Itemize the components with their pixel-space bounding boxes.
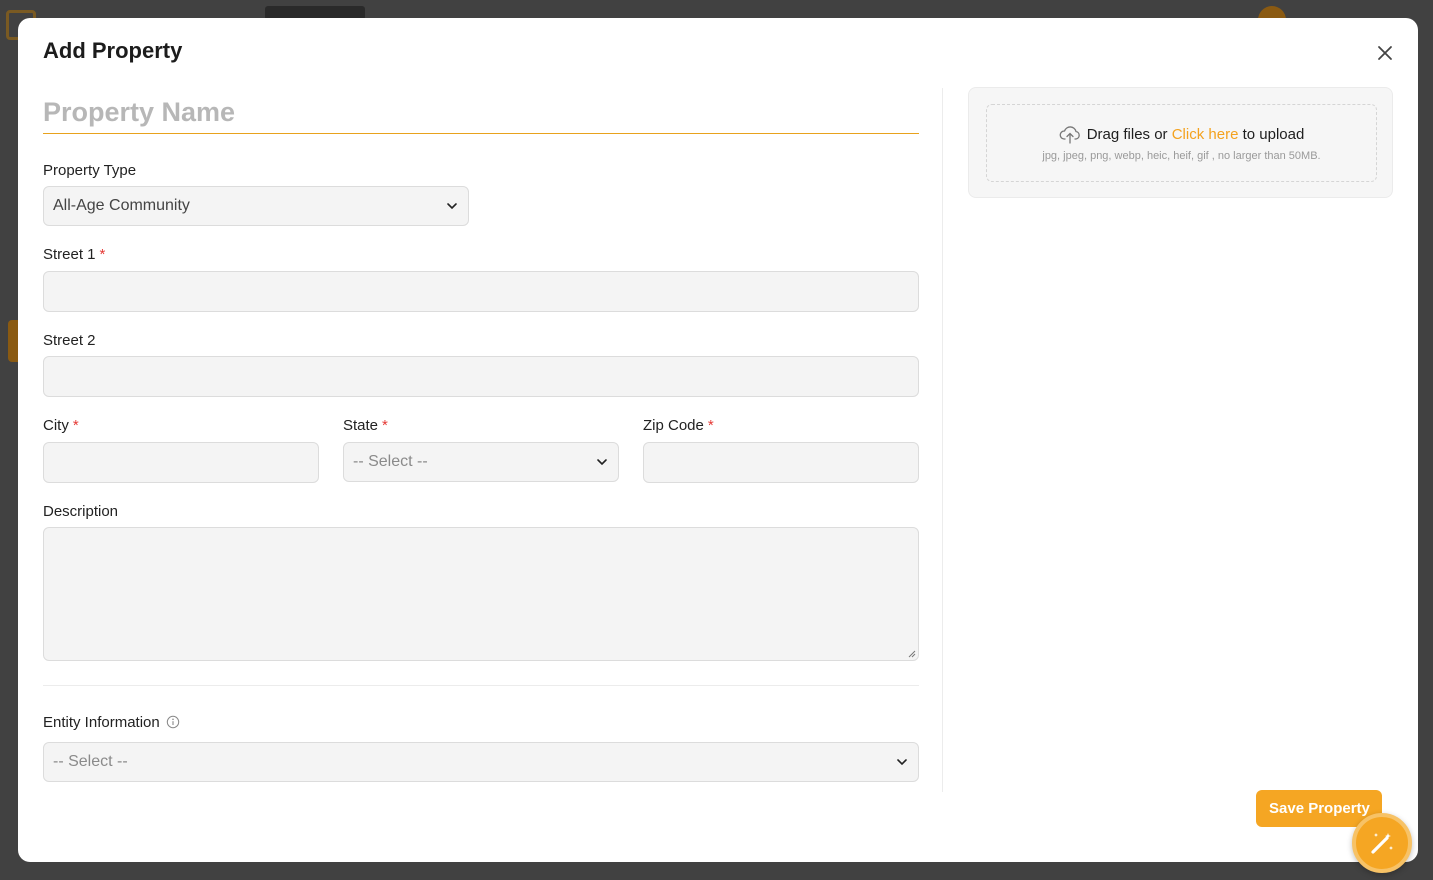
- add-property-modal: Add Property Property Type All-Age Commu…: [18, 18, 1418, 862]
- street2-label: Street 2: [43, 332, 96, 349]
- modal-title: Add Property: [43, 38, 183, 63]
- background-sidebar-item: [8, 320, 18, 362]
- description-textarea[interactable]: [43, 527, 919, 661]
- click-here-link[interactable]: Click here: [1172, 126, 1239, 143]
- close-icon: [1378, 46, 1392, 60]
- magic-wand-icon: [1371, 833, 1393, 854]
- column-divider: [942, 88, 943, 792]
- entity-information-select[interactable]: -- Select --: [43, 742, 919, 782]
- city-label: City *: [43, 417, 79, 434]
- city-input[interactable]: [43, 442, 319, 483]
- street1-label: Street 1 *: [43, 246, 106, 263]
- resize-handle-icon[interactable]: [908, 650, 916, 658]
- chevron-down-icon: [897, 759, 907, 766]
- required-marker: *: [707, 417, 714, 434]
- state-label: State *: [343, 417, 388, 434]
- entity-information-value: -- Select --: [53, 753, 128, 770]
- state-select[interactable]: -- Select --: [343, 442, 619, 482]
- close-button[interactable]: [1374, 42, 1396, 64]
- property-type-select[interactable]: All-Age Community: [43, 186, 469, 226]
- info-icon[interactable]: [166, 715, 180, 729]
- file-dropzone[interactable]: Drag files or Click here to upload jpg, …: [986, 104, 1377, 182]
- property-type-label: Property Type: [43, 162, 137, 179]
- upload-panel: Drag files or Click here to upload jpg, …: [968, 87, 1393, 198]
- property-name-input[interactable]: [43, 92, 919, 134]
- required-marker: *: [99, 246, 106, 263]
- upload-instructions: Drag files or Click here to upload: [987, 124, 1376, 144]
- required-marker: *: [382, 417, 388, 434]
- zip-code-input[interactable]: [643, 442, 919, 483]
- chevron-down-icon: [597, 459, 607, 466]
- street2-input[interactable]: [43, 356, 919, 397]
- entity-information-label: Entity Information: [43, 714, 180, 731]
- magic-wand-button[interactable]: [1352, 813, 1412, 873]
- property-type-value: All-Age Community: [53, 197, 190, 214]
- required-marker: *: [72, 417, 79, 434]
- cloud-upload-icon: [1059, 126, 1080, 144]
- state-value: -- Select --: [353, 453, 428, 470]
- zip-code-label: Zip Code *: [643, 417, 714, 434]
- upload-hint: jpg, jpeg, png, webp, heic, heif, gif , …: [1042, 150, 1321, 162]
- chevron-down-icon: [447, 203, 457, 210]
- section-divider: [43, 685, 919, 686]
- description-label: Description: [43, 503, 119, 520]
- street1-input[interactable]: [43, 271, 919, 312]
